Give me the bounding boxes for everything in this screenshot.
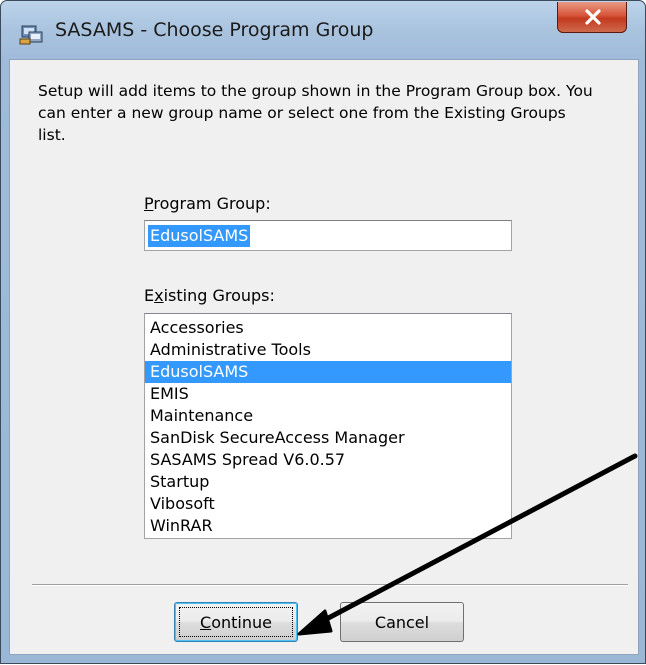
- title-bar[interactable]: SASAMS - Choose Program Group: [1, 1, 645, 59]
- close-icon: [585, 9, 601, 25]
- window-title: SASAMS - Choose Program Group: [55, 19, 374, 41]
- cancel-button[interactable]: Cancel: [340, 602, 464, 642]
- list-item[interactable]: SASAMS Spread V6.0.57: [145, 449, 511, 471]
- accelerator-key: P: [144, 194, 154, 213]
- list-item[interactable]: EdusolSAMS: [145, 361, 511, 383]
- description-text: Setup will add items to the group shown …: [38, 82, 593, 144]
- list-item[interactable]: Startup: [145, 471, 511, 493]
- dialog-client-area: Setup will add items to the group shown …: [9, 59, 639, 655]
- close-button[interactable]: [557, 2, 627, 33]
- program-group-value: EdusolSAMS: [148, 225, 251, 247]
- accelerator-key: x: [154, 286, 164, 305]
- continue-button[interactable]: Continue: [174, 602, 298, 642]
- list-item[interactable]: EMIS: [145, 383, 511, 405]
- list-item[interactable]: WinRAR: [145, 515, 511, 537]
- existing-groups-list[interactable]: Accessories Administrative Tools EdusolSAM…: [144, 313, 512, 539]
- existing-groups-label: Existing Groups:: [144, 286, 275, 305]
- dialog-window: SASAMS - Choose Program Group Setup will…: [0, 0, 646, 664]
- program-group-label: Program Group:: [144, 194, 271, 213]
- program-group-input[interactable]: EdusolSAMS: [144, 220, 512, 251]
- list-item[interactable]: SanDisk SecureAccess Manager: [145, 427, 511, 449]
- list-item[interactable]: Administrative Tools: [145, 339, 511, 361]
- setup-app-icon: [19, 25, 43, 45]
- list-item[interactable]: Maintenance: [145, 405, 511, 427]
- separator: [32, 584, 628, 586]
- list-item[interactable]: Vibosoft: [145, 493, 511, 515]
- list-item[interactable]: Accessories: [145, 317, 511, 339]
- accelerator-key: C: [200, 612, 212, 632]
